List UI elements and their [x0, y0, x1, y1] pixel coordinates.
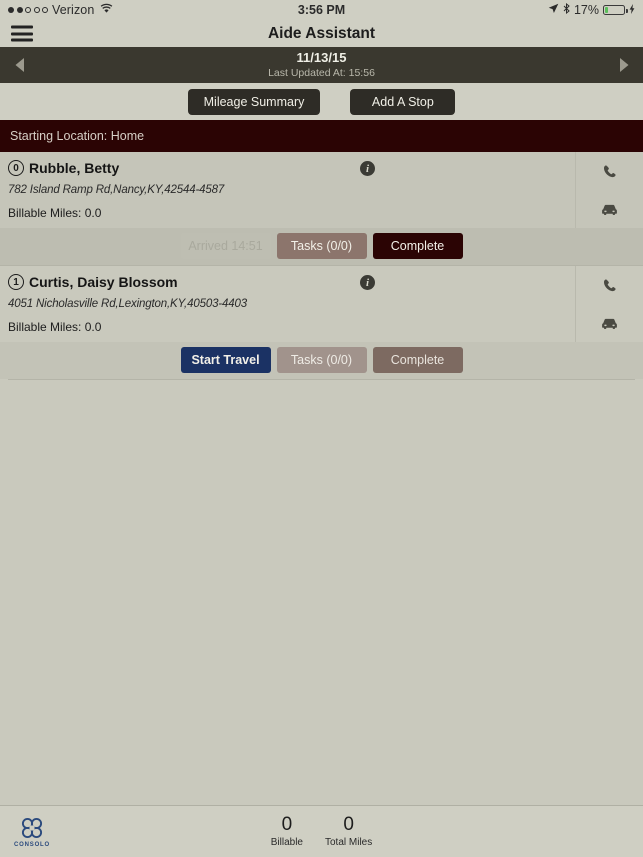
consolo-logo-icon[interactable]: CONSOLO	[6, 815, 58, 848]
phone-icon[interactable]	[576, 266, 643, 304]
action-button-bar: Mileage Summary Add A Stop	[0, 83, 643, 120]
info-icon[interactable]: i	[360, 275, 375, 290]
wifi-icon	[100, 3, 113, 17]
stat-label: Total Miles	[325, 836, 373, 848]
visit-details[interactable]: 1 Curtis, Daisy Blossom i 4051 Nicholasv…	[0, 266, 575, 342]
visit-order-badge: 1	[8, 274, 24, 290]
arrived-button: Arrived 14:51	[180, 233, 271, 259]
bluetooth-icon	[563, 2, 570, 17]
phone-icon[interactable]	[576, 152, 643, 190]
visit-row[interactable]: 0 Rubble, Betty i 782 Island Ramp Rd,Nan…	[0, 152, 643, 265]
starting-location-banner: Starting Location: Home	[0, 120, 643, 152]
visit-row-body: 1 Curtis, Daisy Blossom i 4051 Nicholasv…	[0, 266, 643, 342]
car-icon[interactable]	[576, 190, 643, 228]
mileage-stats: 0 Billable 0 Total Miles	[0, 815, 643, 848]
complete-button[interactable]: Complete	[372, 233, 463, 259]
chevron-right-icon[interactable]	[617, 57, 631, 73]
patient-name: Rubble, Betty	[29, 160, 120, 176]
status-bar-right: 17%	[548, 2, 635, 17]
stat-label: Billable	[270, 836, 303, 848]
date-display: 11/13/15 Last Updated At: 15:56	[0, 50, 643, 79]
battery-icon	[603, 5, 628, 15]
visit-name-line: 0 Rubble, Betty	[8, 160, 565, 176]
location-arrow-icon	[548, 3, 559, 17]
visit-details[interactable]: 0 Rubble, Betty i 782 Island Ramp Rd,Nan…	[0, 152, 575, 228]
car-icon[interactable]	[576, 304, 643, 342]
stat-value: 0	[343, 814, 354, 836]
visit-action-icons	[575, 266, 643, 342]
consolo-logo-text: CONSOLO	[14, 842, 50, 848]
visit-button-row: Arrived 14:51 Tasks (0/0) Complete	[0, 228, 643, 265]
add-a-stop-button[interactable]: Add A Stop	[350, 88, 456, 115]
app-title-bar: Aide Assistant	[0, 20, 643, 47]
hamburger-menu-icon[interactable]	[11, 22, 33, 45]
chevron-left-icon[interactable]	[12, 57, 26, 73]
stat-billable: 0 Billable	[271, 815, 303, 848]
visit-row-body: 0 Rubble, Betty i 782 Island Ramp Rd,Nan…	[0, 152, 643, 228]
page-title: Aide Assistant	[267, 24, 376, 42]
tasks-button[interactable]: Tasks (0/0)	[276, 233, 367, 259]
billable-miles: Billable Miles: 0.0	[8, 206, 102, 220]
stat-value: 0	[281, 814, 293, 836]
bottom-summary-bar: CONSOLO 0 Billable 0 Total Miles	[0, 805, 643, 857]
visit-order-badge: 0	[8, 160, 24, 176]
mileage-summary-button[interactable]: Mileage Summary	[187, 88, 321, 115]
charging-bolt-icon	[629, 3, 635, 17]
complete-button: Complete	[372, 347, 463, 373]
status-bar-left: Verizon	[8, 3, 113, 17]
tasks-button[interactable]: Tasks (0/0)	[276, 347, 367, 373]
battery-percent-label: 17%	[573, 3, 599, 17]
date-navigation-bar: 11/13/15 Last Updated At: 15:56	[0, 47, 643, 83]
visit-row[interactable]: 1 Curtis, Daisy Blossom i 4051 Nicholasv…	[0, 266, 643, 379]
signal-strength-icon	[8, 7, 48, 13]
stat-total-miles: 0 Total Miles	[325, 815, 372, 848]
carrier-name: Verizon	[52, 3, 95, 17]
patient-address: 4051 Nicholasville Rd,Lexington,KY,40503…	[8, 298, 247, 310]
last-updated-label: Last Updated At: 15:56	[268, 66, 375, 79]
visit-action-icons	[575, 152, 643, 228]
info-icon[interactable]: i	[360, 161, 375, 176]
start-travel-button[interactable]: Start Travel	[180, 347, 271, 373]
status-bar: Verizon 3:56 PM 17%	[0, 0, 643, 20]
list-end-divider	[8, 379, 635, 380]
visit-name-line: 1 Curtis, Daisy Blossom	[8, 274, 565, 290]
patient-name: Curtis, Daisy Blossom	[29, 274, 178, 290]
patient-address: 782 Island Ramp Rd,Nancy,KY,42544-4587	[8, 184, 225, 196]
current-date: 11/13/15	[296, 50, 347, 65]
visit-button-row: Start Travel Tasks (0/0) Complete	[0, 342, 643, 379]
billable-miles: Billable Miles: 0.0	[8, 320, 102, 334]
